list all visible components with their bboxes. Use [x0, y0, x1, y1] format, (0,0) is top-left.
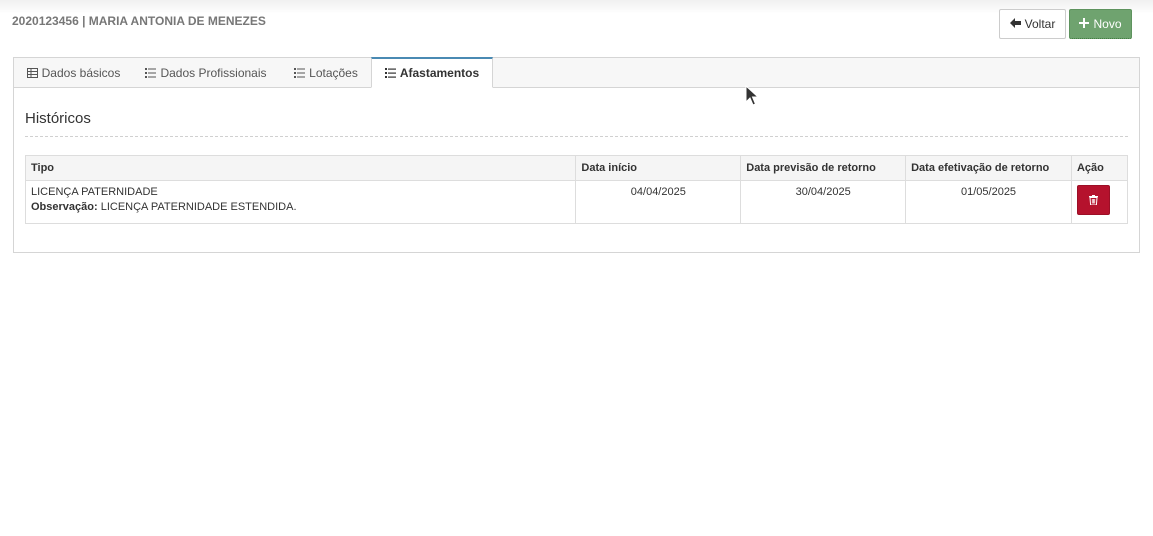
cell-tipo: LICENÇA PATERNIDADE Observação: LICENÇA … [24, 180, 577, 224]
tab-label: Afastamentos [399, 66, 480, 80]
tipo-text: LICENÇA PATERNIDADE [31, 186, 158, 198]
cell-acao [1070, 180, 1129, 224]
tab-label: Dados básicos [41, 66, 121, 80]
observacao: Observação: LICENÇA PATERNIDADE ESTENDID… [31, 201, 570, 213]
table-row: LICENÇA PATERNIDADE Observação: LICENÇA … [24, 180, 1129, 224]
column-header-data-inicio: Data início [575, 155, 742, 181]
column-header-data-previsao: Data previsão de retorno [740, 155, 907, 181]
trash-icon [1088, 195, 1098, 205]
top-shadow [0, 0, 1153, 14]
list-icon [294, 68, 306, 78]
details-panel: Dados básicos Dados Profissionais Lotaçõ… [13, 57, 1140, 253]
column-header-data-efetivacao: Data efetivação de retorno [905, 155, 1072, 181]
tab-lotacoes[interactable]: Lotações [280, 58, 372, 88]
observacao-text: LICENÇA PATERNIDADE ESTENDIDA. [100, 201, 297, 213]
plus-icon [1079, 17, 1090, 31]
tab-dados-basicos[interactable]: Dados básicos [14, 58, 133, 88]
section-divider [25, 136, 1128, 137]
page-title: 2020123456 | MARIA ANTONIA DE MENEZES [12, 14, 266, 28]
column-header-tipo: Tipo [24, 155, 577, 181]
cell-data-inicio: 04/04/2025 [575, 180, 742, 224]
tab-label: Dados Profissionais [160, 66, 267, 80]
new-button-label: Novo [1093, 17, 1122, 31]
section-title: Históricos [25, 110, 91, 127]
list-icon [145, 68, 157, 78]
arrow-left-icon [1009, 17, 1021, 31]
cell-data-previsao: 30/04/2025 [740, 180, 907, 224]
cell-data-efetivacao: 01/05/2025 [905, 180, 1072, 224]
afastamentos-table: Tipo Data início Data previsão de retorn… [24, 155, 1129, 224]
list-ordered-icon [384, 68, 396, 78]
observacao-label: Observação: [31, 201, 98, 213]
tab-bar: Dados básicos Dados Profissionais Lotaçõ… [14, 57, 1139, 88]
mouse-cursor-icon [745, 84, 760, 110]
back-button-label: Voltar [1024, 17, 1056, 31]
new-button[interactable]: Novo [1069, 9, 1132, 39]
tab-label: Lotações [309, 66, 358, 80]
table-header-row: Tipo Data início Data previsão de retorn… [24, 155, 1129, 181]
table-icon [26, 68, 38, 78]
tab-dados-profissionais[interactable]: Dados Profissionais [134, 58, 278, 88]
delete-button[interactable] [1076, 185, 1110, 215]
back-button[interactable]: Voltar [999, 9, 1066, 39]
column-header-acao: Ação [1070, 155, 1129, 181]
tab-afastamentos[interactable]: Afastamentos [371, 57, 493, 88]
